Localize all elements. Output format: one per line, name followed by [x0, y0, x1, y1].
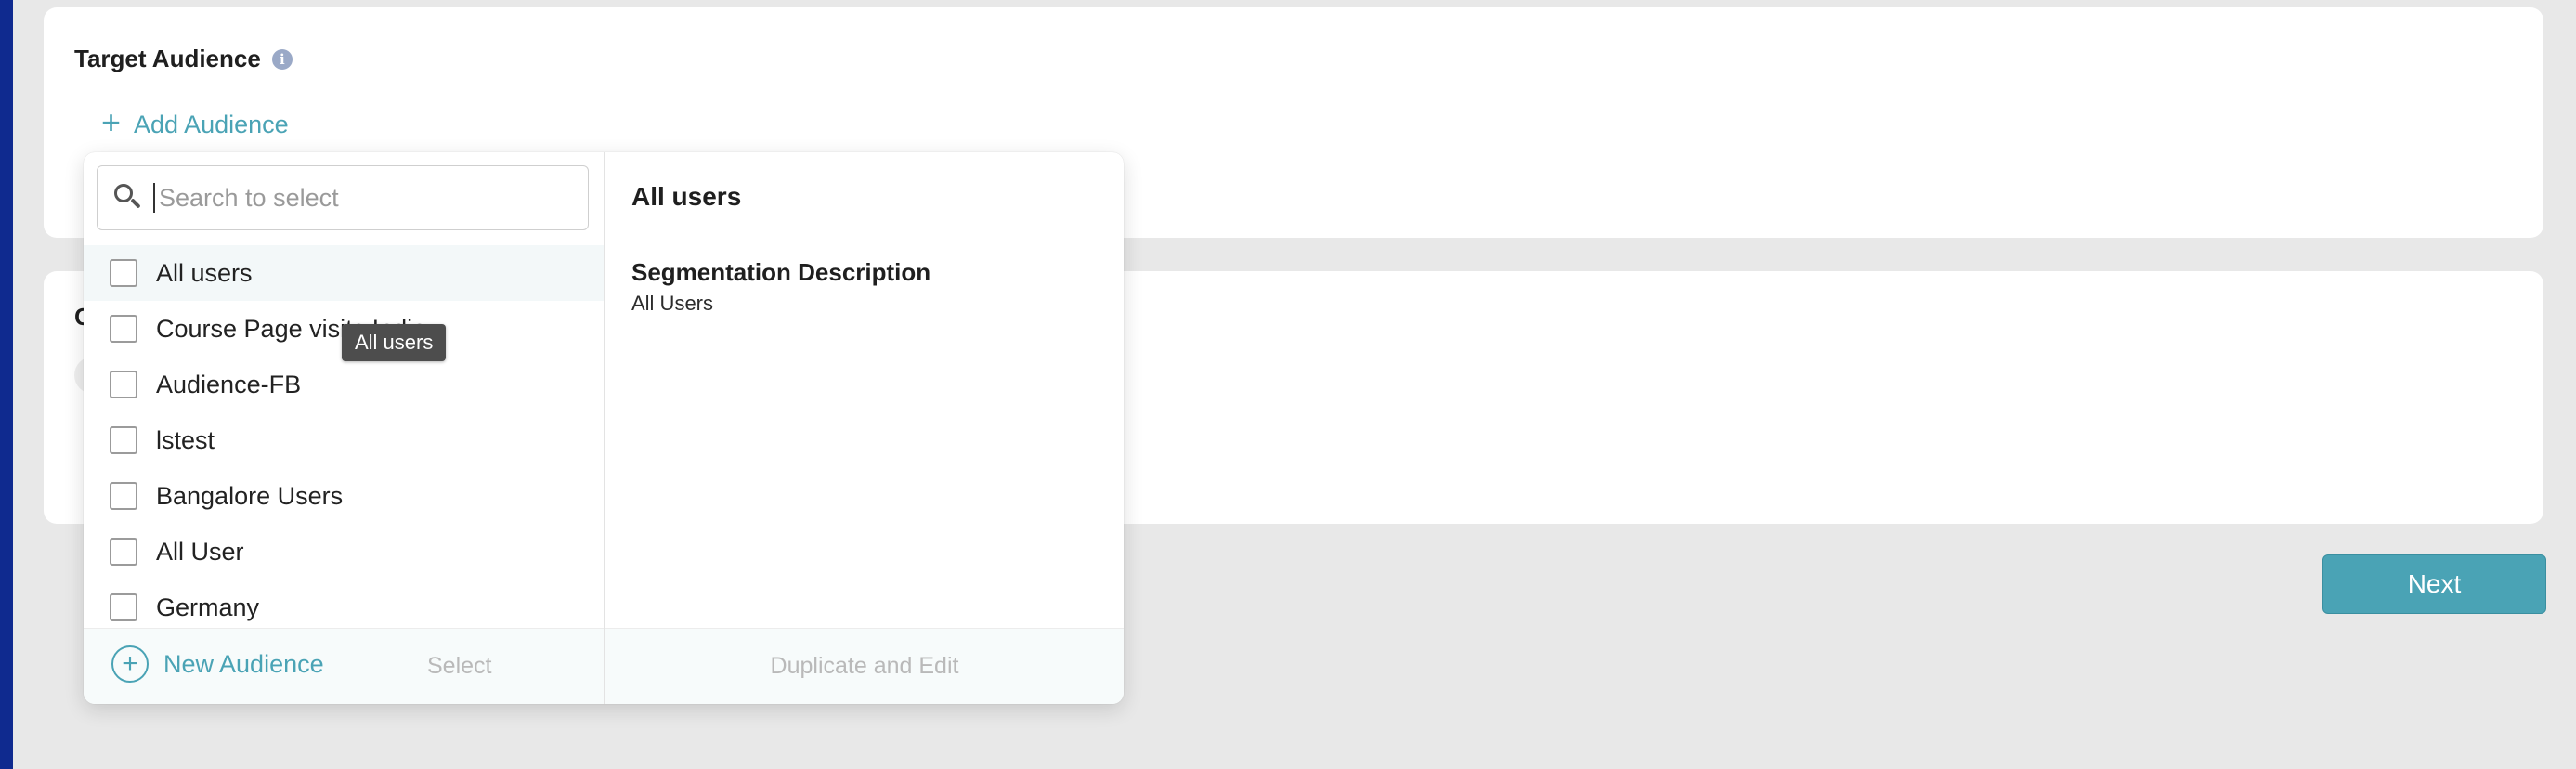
search-input[interactable]: [157, 182, 551, 214]
checkbox[interactable]: [110, 371, 137, 398]
new-audience-button[interactable]: + New Audience: [111, 645, 324, 683]
detail-title: All users: [631, 182, 742, 211]
audience-option[interactable]: All users: [84, 245, 604, 301]
plus-icon: +: [101, 103, 122, 141]
checkbox[interactable]: [110, 426, 137, 454]
add-audience-button[interactable]: + Add Audience: [101, 106, 289, 139]
next-button[interactable]: Next: [2322, 554, 2546, 614]
audience-option[interactable]: Audience-FB: [84, 357, 604, 412]
audience-option-label: Audience-FB: [156, 370, 302, 398]
audience-option[interactable]: lstest: [84, 412, 604, 468]
add-audience-label: Add Audience: [134, 110, 289, 138]
checkbox[interactable]: [110, 593, 137, 621]
segmentation-value: All Users: [631, 292, 714, 315]
segmentation-label: Segmentation Description: [631, 258, 931, 286]
left-rail: [0, 0, 13, 769]
checkbox[interactable]: [110, 315, 137, 343]
checkbox[interactable]: [110, 259, 137, 287]
list-footer: + New Audience Select: [84, 628, 604, 704]
audience-list-pane: All users Course Page visits India Audie…: [84, 152, 604, 704]
audience-detail-pane: All users Segmentation Description All U…: [605, 152, 1124, 704]
duplicate-and-edit-button[interactable]: Duplicate and Edit: [771, 653, 959, 680]
search-field[interactable]: [97, 165, 589, 230]
new-audience-label: New Audience: [163, 649, 324, 678]
text-caret: [153, 183, 155, 213]
audience-option-label: All users: [156, 258, 253, 287]
audience-options: All users Course Page visits India Audie…: [84, 245, 604, 674]
detail-footer: Duplicate and Edit: [605, 628, 1124, 704]
audience-dropdown: All users Course Page visits India Audie…: [84, 152, 1124, 704]
target-audience-heading: Target Audience i: [74, 45, 293, 73]
audience-option[interactable]: All User: [84, 524, 604, 580]
audience-option-label: Bangalore Users: [156, 481, 344, 510]
audience-option[interactable]: Germany: [84, 580, 604, 635]
audience-option[interactable]: Bangalore Users: [84, 468, 604, 524]
circle-plus-icon: +: [111, 645, 149, 683]
checkbox[interactable]: [110, 482, 137, 510]
checkbox[interactable]: [110, 538, 137, 566]
tooltip: All users: [342, 324, 447, 361]
audience-option-label: lstest: [156, 425, 215, 454]
target-audience-title: Target Audience: [74, 45, 261, 72]
audience-option-label: Germany: [156, 593, 260, 621]
select-button[interactable]: Select: [427, 653, 491, 680]
info-icon[interactable]: i: [271, 48, 293, 70]
audience-option-label: All User: [156, 537, 244, 566]
search-icon: [111, 181, 144, 215]
